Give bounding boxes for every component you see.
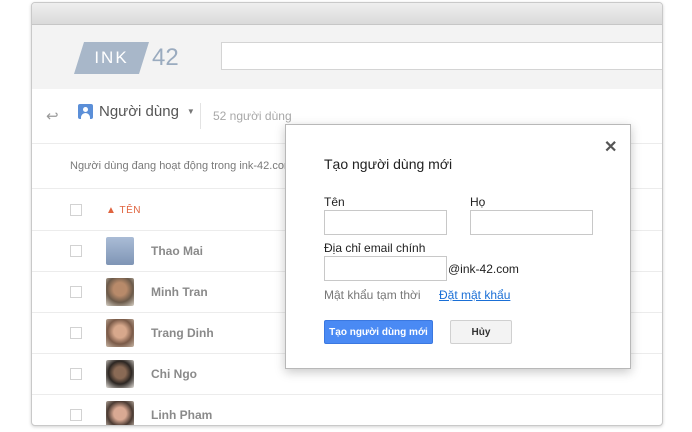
user-name: Linh Pham — [151, 408, 213, 422]
avatar — [106, 360, 134, 388]
name-column-header[interactable]: ▲ TÊN — [106, 205, 141, 216]
name-column-label: TÊN — [119, 205, 142, 216]
active-users-text: Người dùng đang hoạt động trong ink-42.c… — [70, 160, 294, 172]
user-name: Thao Mai — [151, 244, 204, 258]
logo-ink-text: INK — [74, 42, 149, 74]
toolbar-divider — [200, 103, 201, 129]
create-user-dialog: ✕ Tạo người dùng mới Tên Họ Địa chỉ emai… — [285, 124, 631, 369]
select-all-checkbox[interactable] — [70, 204, 82, 216]
row-checkbox[interactable] — [70, 327, 82, 339]
row-checkbox[interactable] — [70, 368, 82, 380]
chevron-down-icon: ▼ — [186, 107, 195, 116]
email-domain: @ink-42.com — [448, 262, 519, 276]
table-row[interactable]: Linh Pham — [32, 395, 662, 425]
logo: INK 42 — [74, 41, 179, 75]
sort-ascending-icon: ▲ — [106, 205, 117, 216]
window-titlebar — [32, 3, 662, 25]
search-input[interactable] — [221, 42, 662, 70]
first-name-label: Tên — [324, 195, 345, 209]
logo-number-text: 42 — [152, 44, 179, 71]
create-user-button[interactable]: Tạo người dùng mới — [324, 320, 433, 344]
user-name: Trang Dinh — [151, 326, 214, 340]
person-icon — [78, 104, 93, 119]
row-checkbox[interactable] — [70, 245, 82, 257]
avatar — [106, 237, 134, 265]
user-name: Minh Tran — [151, 285, 208, 299]
people-dropdown-label: Người dùng — [99, 103, 179, 120]
dialog-title: Tạo người dùng mới — [324, 156, 453, 172]
avatar — [106, 401, 134, 425]
row-checkbox[interactable] — [70, 409, 82, 421]
set-password-link[interactable]: Đặt mật khẩu — [439, 288, 510, 302]
people-dropdown-button[interactable]: Người dùng ▼ — [78, 103, 195, 120]
cancel-button[interactable]: Hủy — [450, 320, 512, 344]
app-header: INK 42 — [32, 25, 662, 89]
last-name-label: Họ — [470, 195, 486, 209]
temp-password-label: Mật khẩu tạm thời — [324, 288, 421, 302]
avatar — [106, 278, 134, 306]
arrow-left-icon[interactable]: ↩ — [46, 107, 59, 125]
last-name-field[interactable] — [470, 210, 593, 235]
user-name: Chi Ngo — [151, 367, 197, 381]
user-count: 52 người dùng — [213, 109, 292, 123]
first-name-field[interactable] — [324, 210, 447, 235]
close-icon[interactable]: ✕ — [604, 137, 617, 157]
row-checkbox[interactable] — [70, 286, 82, 298]
email-field[interactable] — [324, 256, 447, 281]
avatar — [106, 319, 134, 347]
email-label: Địa chỉ email chính — [324, 241, 426, 255]
